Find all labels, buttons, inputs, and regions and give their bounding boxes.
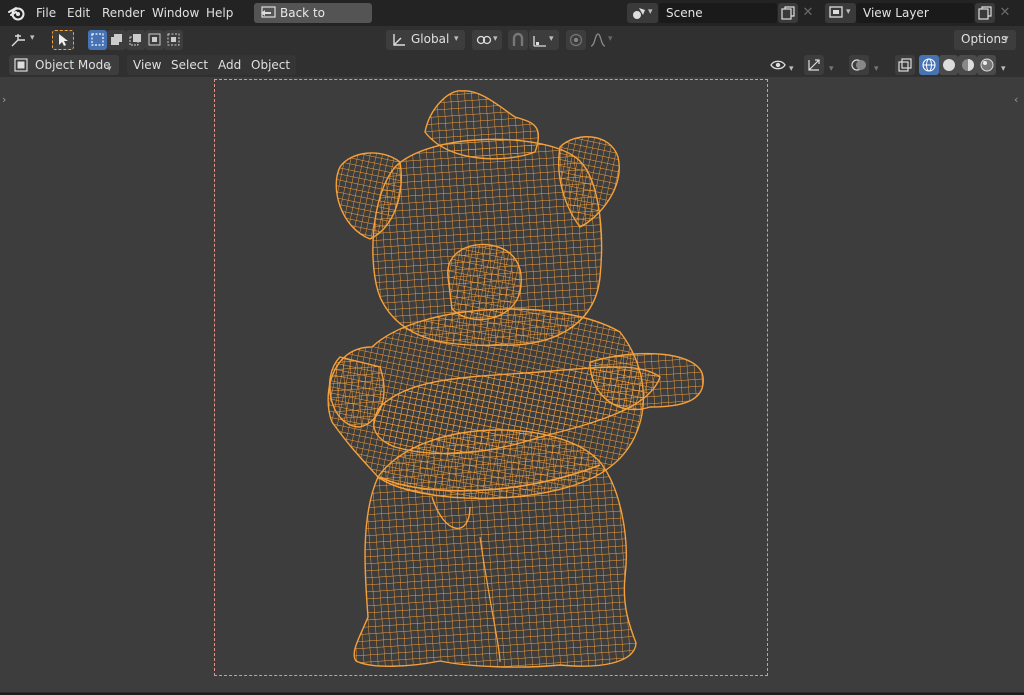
interaction-mode-dropdown[interactable]: Object Mode ▾ (9, 55, 119, 75)
transform-orientation-label: Global (411, 32, 450, 46)
overlays-toggle[interactable] (849, 55, 869, 75)
chevron-down-icon: ▾ (648, 7, 653, 17)
shading-material-button[interactable] (958, 55, 977, 75)
viewport-header: Object Mode ▾ View Select Add Object ▾ ▾… (0, 54, 1024, 77)
scene-icon (631, 5, 647, 24)
chevron-down-icon: ▾ (30, 33, 35, 43)
shading-wireframe-button[interactable] (919, 55, 939, 75)
orientation-axes-icon (391, 32, 407, 51)
close-view-layer-icon[interactable]: ✕ (995, 3, 1015, 23)
blender-logo-icon[interactable] (8, 5, 26, 24)
chevron-down-icon: ▾ (549, 34, 554, 44)
select-mode-extend-button[interactable] (107, 30, 126, 50)
view-layer-name-field[interactable]: View Layer (856, 3, 974, 23)
menu-add[interactable]: Add (212, 55, 248, 75)
select-tool-button[interactable] (52, 30, 74, 50)
menu-window[interactable]: Window (146, 3, 205, 23)
xray-toggle[interactable] (895, 55, 915, 75)
gizmo-toggle[interactable] (804, 55, 824, 75)
select-intersect-icon (167, 33, 180, 49)
overlays-dropdown[interactable]: ▾ (870, 55, 886, 75)
snap-toggle-button[interactable] (508, 30, 528, 50)
tool-settings-bar: ▾ Global ▾ ▾ ▾ ▾ Options ▾ (0, 26, 1024, 54)
menu-help[interactable]: Help (200, 3, 239, 23)
3d-viewport[interactable]: › ‹ (0, 77, 1024, 693)
proportional-falloff-dropdown[interactable]: ▾ (587, 30, 617, 50)
duplicate-icon (978, 6, 992, 23)
chevron-down-icon: ▾ (829, 64, 834, 74)
chevron-down-icon: ▾ (608, 34, 613, 44)
select-set-icon (91, 33, 104, 49)
shading-dropdown[interactable]: ▾ (997, 55, 1013, 75)
chevron-down-icon: ▾ (789, 64, 794, 74)
3d-viewport-icon (10, 32, 26, 51)
falloff-curve-icon (590, 33, 606, 50)
pivot-point-dropdown[interactable]: ▾ (472, 30, 502, 50)
duplicate-icon (781, 6, 795, 23)
chevron-down-icon: ▾ (107, 64, 112, 74)
overlay-circles-icon (851, 58, 867, 78)
chevron-down-icon: ▾ (874, 64, 879, 74)
menu-edit[interactable]: Edit (61, 3, 96, 23)
solid-sphere-icon (942, 58, 956, 78)
close-scene-icon[interactable]: ✕ (798, 3, 818, 23)
view-layer-browse-button[interactable]: ▾ (825, 3, 856, 23)
eye-icon (770, 58, 786, 78)
menu-select[interactable]: Select (165, 55, 215, 75)
wireframe-teddy-bear-mesh[interactable] (0, 77, 1024, 693)
top-menu-bar: File Edit Render Window Help Back to Pre… (0, 0, 1024, 40)
xray-icon (898, 58, 912, 78)
menu-render[interactable]: Render (96, 3, 151, 23)
select-invert-icon (148, 33, 161, 49)
select-subtract-icon (129, 33, 142, 49)
cursor-arrow-icon (58, 33, 70, 50)
chevron-down-icon: ▾ (493, 34, 498, 44)
options-label: Options (961, 32, 1008, 46)
interaction-mode-label: Object Mode (35, 58, 111, 72)
chevron-down-icon: ▾ (846, 7, 851, 17)
proportional-editing-toggle[interactable] (566, 30, 586, 50)
shading-rendered-button[interactable] (977, 55, 996, 75)
select-mode-subtract-button[interactable] (126, 30, 145, 50)
proportional-circle-icon (569, 33, 583, 50)
options-dropdown[interactable]: Options ▾ (954, 30, 1016, 50)
shading-solid-button[interactable] (939, 55, 958, 75)
bear-snout-part (447, 243, 522, 321)
back-to-previous-button[interactable]: Back to Previous (254, 3, 372, 40)
gizmo-dropdown[interactable]: ▾ (825, 55, 841, 75)
new-scene-button[interactable] (778, 3, 798, 23)
menu-object[interactable]: Object (245, 55, 297, 75)
snap-increment-icon (533, 33, 547, 50)
wireframe-sphere-icon (922, 58, 936, 78)
menu-file[interactable]: File (30, 3, 62, 23)
pivot-link-icon (476, 33, 492, 50)
menu-view[interactable]: View (127, 55, 168, 75)
gizmo-arrows-icon (807, 58, 821, 78)
object-mode-icon (14, 58, 28, 78)
select-mode-invert-button[interactable] (145, 30, 164, 50)
editor-type-selector[interactable]: ▾ (8, 30, 40, 50)
rendered-sphere-icon (980, 58, 994, 78)
select-extend-icon (110, 33, 123, 49)
chevron-down-icon: ▾ (454, 34, 459, 44)
material-sphere-icon (961, 58, 975, 78)
transform-orientation-dropdown[interactable]: Global ▾ (386, 30, 465, 50)
snap-target-dropdown[interactable]: ▾ (529, 30, 559, 50)
back-screen-icon (260, 6, 276, 26)
visibility-dropdown[interactable]: ▾ (767, 55, 799, 75)
select-mode-set-button[interactable] (88, 30, 107, 50)
chevron-down-icon: ▾ (1001, 64, 1006, 74)
new-view-layer-button[interactable] (975, 3, 995, 23)
chevron-down-icon: ▾ (1004, 34, 1009, 44)
scene-name-field[interactable]: Scene (659, 3, 777, 23)
view-layer-icon (829, 6, 845, 23)
scene-browse-button[interactable]: ▾ (627, 3, 658, 23)
select-mode-intersect-button[interactable] (164, 30, 183, 50)
magnet-icon (511, 32, 525, 51)
